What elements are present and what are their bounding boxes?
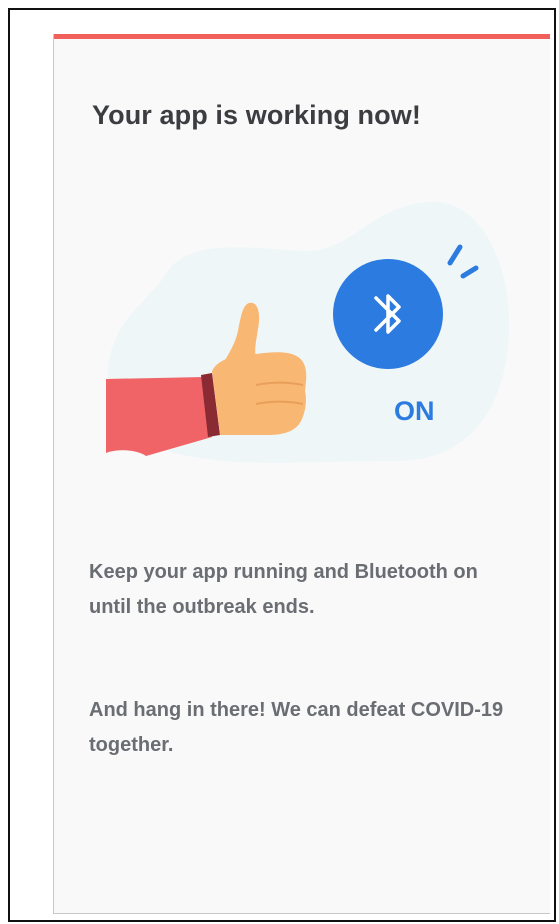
- accent-top-bar: [54, 34, 550, 39]
- page-title: Your app is working now!: [92, 100, 421, 130]
- encouragement-text: And hang in there! We can defeat COVID-1…: [89, 699, 504, 756]
- fist-shape: [212, 352, 307, 435]
- bluetooth-status-label: ON: [394, 396, 435, 426]
- status-card: Your app is working now! ON Keep your ap…: [53, 34, 550, 914]
- bluetooth-on-illustration: [106, 201, 510, 463]
- instruction-text: Keep your app running and Bluetooth on u…: [89, 561, 478, 618]
